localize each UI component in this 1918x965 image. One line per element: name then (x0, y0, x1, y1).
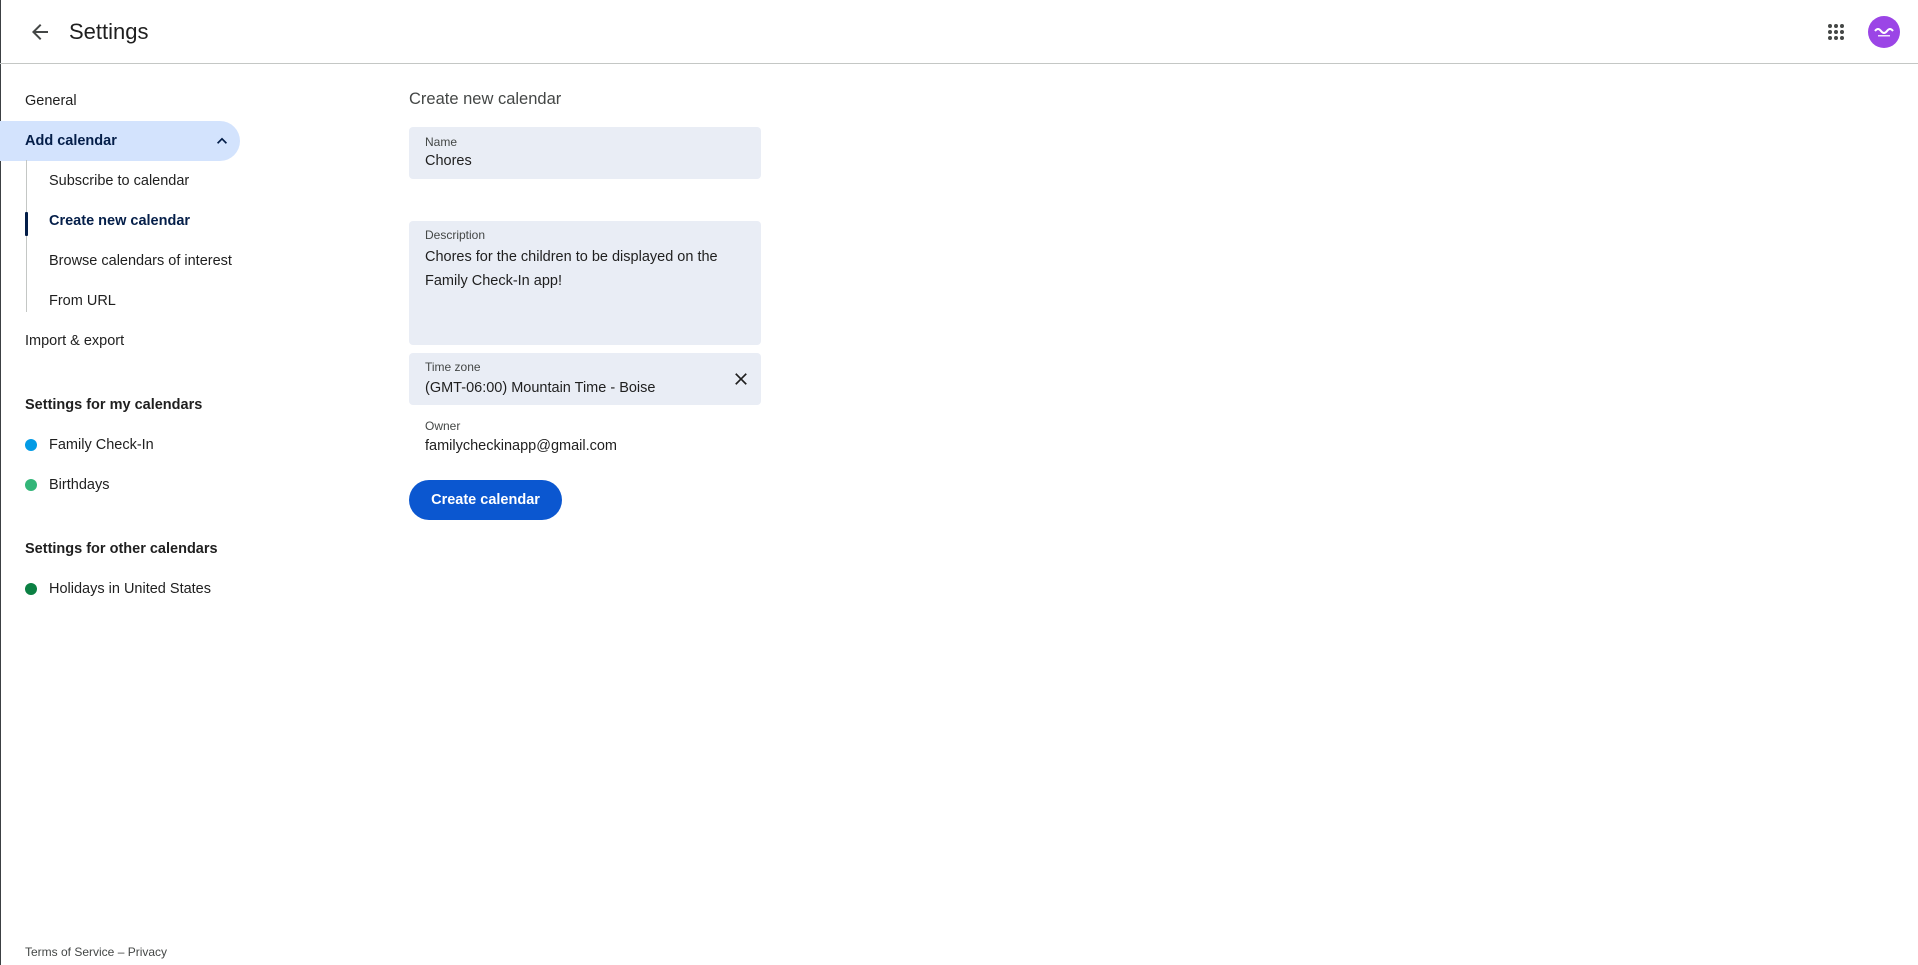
sidebar-item-add-calendar[interactable]: Add calendar (0, 121, 240, 161)
privacy-link[interactable]: Privacy (128, 945, 167, 959)
chevron-up-icon (212, 131, 232, 151)
sidebar-item-general[interactable]: General (0, 81, 240, 121)
calendar-color-dot (25, 583, 37, 595)
description-field-value: Chores for the children to be displayed … (425, 249, 718, 289)
sidebar-item-import-export[interactable]: Import & export (0, 321, 240, 361)
owner-label: Owner (425, 419, 461, 433)
sidebar-item-label: General (25, 93, 77, 109)
name-field-value: Chores (425, 153, 472, 169)
time-zone-field-value: (GMT-06:00) Mountain Time - Boise (425, 380, 656, 396)
family-check-in-logo (1874, 28, 1894, 37)
arrow-back-icon (32, 24, 48, 40)
page-title: Settings (69, 19, 149, 44)
owner-value: familycheckinapp@gmail.com (425, 438, 618, 454)
my-calendars-heading: Settings for my calendars (25, 397, 203, 413)
sidebar-item-label: Birthdays (49, 477, 110, 493)
form-title: Create new calendar (409, 90, 562, 108)
back-button[interactable] (20, 12, 60, 52)
app-header: Settings (0, 0, 1918, 64)
create-calendar-button[interactable]: Create calendar (409, 480, 562, 520)
sidebar-item-create-new-calendar[interactable]: Create new calendar (0, 201, 240, 241)
google-apps-grid-icon (1828, 24, 1844, 40)
sidebar-item-label: Browse calendars of interest (49, 253, 232, 269)
footer-links: Terms of Service – Privacy (25, 945, 167, 959)
name-field[interactable]: Name Chores (409, 127, 761, 179)
time-zone-field-label: Time zone (425, 360, 481, 374)
calendar-color-dot (25, 479, 37, 491)
sidebar-item-label: From URL (49, 293, 116, 309)
account-avatar[interactable] (1868, 16, 1900, 48)
footer-separator: – (114, 945, 128, 959)
time-zone-field[interactable]: Time zone (GMT-06:00) Mountain Time - Bo… (409, 353, 761, 405)
sidebar-item-label: Subscribe to calendar (49, 173, 190, 189)
calendar-color-dot (25, 439, 37, 451)
google-apps-button[interactable] (1816, 12, 1856, 52)
close-icon (735, 373, 747, 385)
sidebar-item-label: Import & export (25, 333, 125, 349)
sidebar-item-label: Family Check-In (49, 437, 154, 453)
clear-time-zone-button[interactable] (729, 367, 753, 391)
sidebar-item-holidays-united-states[interactable]: Holidays in United States (0, 569, 240, 609)
sidebar-item-birthdays[interactable]: Birthdays (0, 465, 240, 505)
sidebar-item-from-url[interactable]: From URL (0, 281, 240, 321)
sidebar-item-browse-calendars[interactable]: Browse calendars of interest (0, 241, 240, 281)
sidebar-item-family-check-in[interactable]: Family Check-In (0, 425, 240, 465)
sidebar-item-label: Create new calendar (49, 213, 191, 229)
description-field[interactable]: Description Chores for the children to b… (409, 221, 761, 345)
description-field-label: Description (425, 228, 486, 242)
terms-of-service-link[interactable]: Terms of Service (25, 945, 114, 959)
sidebar-item-subscribe-to-calendar[interactable]: Subscribe to calendar (0, 161, 240, 201)
name-field-label: Name (425, 135, 458, 149)
other-calendars-heading: Settings for other calendars (25, 541, 218, 557)
sidebar-item-label: Add calendar (25, 133, 117, 149)
sidebar-item-label: Holidays in United States (49, 581, 211, 597)
